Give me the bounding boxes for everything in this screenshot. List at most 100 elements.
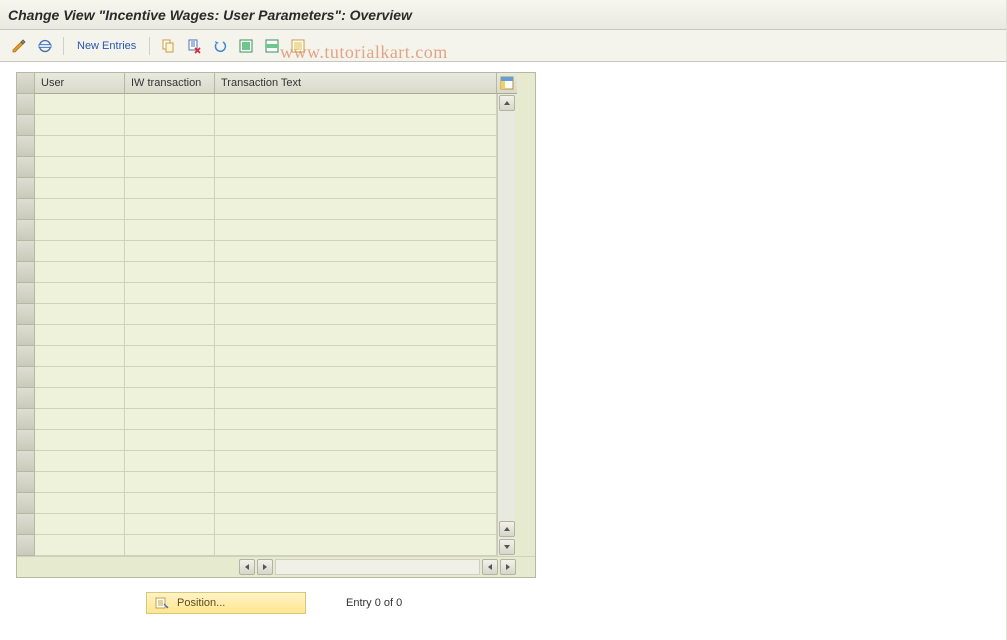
cell[interactable] [125,493,215,514]
cell[interactable] [125,157,215,178]
cell[interactable] [215,514,497,535]
cell[interactable] [125,388,215,409]
row-selector[interactable] [17,199,35,220]
cell[interactable] [215,94,497,115]
cell[interactable] [125,325,215,346]
cell[interactable] [215,409,497,430]
cell[interactable] [125,451,215,472]
cell[interactable] [215,451,497,472]
cell[interactable] [125,304,215,325]
cell[interactable] [35,409,125,430]
select-all-icon[interactable] [235,35,257,57]
cell[interactable] [125,94,215,115]
row-selector[interactable] [17,388,35,409]
row-selector[interactable] [17,409,35,430]
other-view-icon[interactable] [34,35,56,57]
copy-icon[interactable] [157,35,179,57]
cell[interactable] [35,178,125,199]
cell[interactable] [215,430,497,451]
cell[interactable] [125,283,215,304]
cell[interactable] [35,346,125,367]
delete-icon[interactable] [183,35,205,57]
select-all-corner[interactable] [17,73,35,94]
cell[interactable] [125,430,215,451]
cell[interactable] [215,241,497,262]
cell[interactable] [125,136,215,157]
row-selector[interactable] [17,262,35,283]
row-selector[interactable] [17,325,35,346]
cell[interactable] [215,136,497,157]
row-selector[interactable] [17,157,35,178]
cell[interactable] [35,430,125,451]
cell[interactable] [125,199,215,220]
row-selector[interactable] [17,241,35,262]
row-selector[interactable] [17,304,35,325]
cell[interactable] [125,367,215,388]
vertical-scrollbar[interactable] [497,94,515,556]
cell[interactable] [125,535,215,556]
cell[interactable] [215,493,497,514]
row-selector[interactable] [17,178,35,199]
cell[interactable] [35,115,125,136]
cell[interactable] [125,409,215,430]
cell[interactable] [125,262,215,283]
toggle-display-change-icon[interactable] [8,35,30,57]
cell[interactable] [215,115,497,136]
cell[interactable] [35,199,125,220]
undo-icon[interactable] [209,35,231,57]
cell[interactable] [215,388,497,409]
cell[interactable] [215,262,497,283]
cell[interactable] [35,157,125,178]
table-settings-icon[interactable] [497,73,517,94]
cell[interactable] [35,241,125,262]
row-selector[interactable] [17,367,35,388]
select-block-icon[interactable] [261,35,283,57]
row-selector[interactable] [17,115,35,136]
cell[interactable] [125,115,215,136]
row-selector[interactable] [17,283,35,304]
row-selector[interactable] [17,514,35,535]
scroll-left-icon[interactable] [482,559,498,575]
cell[interactable] [215,535,497,556]
row-selector[interactable] [17,535,35,556]
row-selector[interactable] [17,451,35,472]
row-selector[interactable] [17,472,35,493]
cell[interactable] [215,157,497,178]
column-header-user[interactable]: User [35,73,125,94]
cell[interactable] [215,199,497,220]
cell[interactable] [35,325,125,346]
scroll-right-icon[interactable] [500,559,516,575]
scroll-down-icon[interactable] [499,539,515,555]
cell[interactable] [35,451,125,472]
scroll-up-icon[interactable] [499,95,515,111]
cell[interactable] [35,220,125,241]
cell[interactable] [215,472,497,493]
new-entries-button[interactable]: New Entries [71,35,142,57]
cell[interactable] [35,367,125,388]
cell[interactable] [215,304,497,325]
scroll-left-icon[interactable] [239,559,255,575]
cell[interactable] [215,346,497,367]
cell[interactable] [125,241,215,262]
cell[interactable] [35,304,125,325]
row-selector[interactable] [17,94,35,115]
cell[interactable] [125,514,215,535]
cell[interactable] [125,220,215,241]
column-header-iw-transaction[interactable]: IW transaction [125,73,215,94]
row-selector[interactable] [17,493,35,514]
cell[interactable] [215,367,497,388]
row-selector[interactable] [17,346,35,367]
row-selector[interactable] [17,136,35,157]
cell[interactable] [125,472,215,493]
cell[interactable] [35,262,125,283]
row-selector[interactable] [17,430,35,451]
scroll-right-icon[interactable] [257,559,273,575]
cell[interactable] [35,388,125,409]
cell[interactable] [215,178,497,199]
cell[interactable] [35,94,125,115]
cell[interactable] [35,514,125,535]
cell[interactable] [35,283,125,304]
scroll-up-icon[interactable] [499,521,515,537]
cell[interactable] [215,220,497,241]
horizontal-scrollbar-track[interactable] [275,559,480,575]
